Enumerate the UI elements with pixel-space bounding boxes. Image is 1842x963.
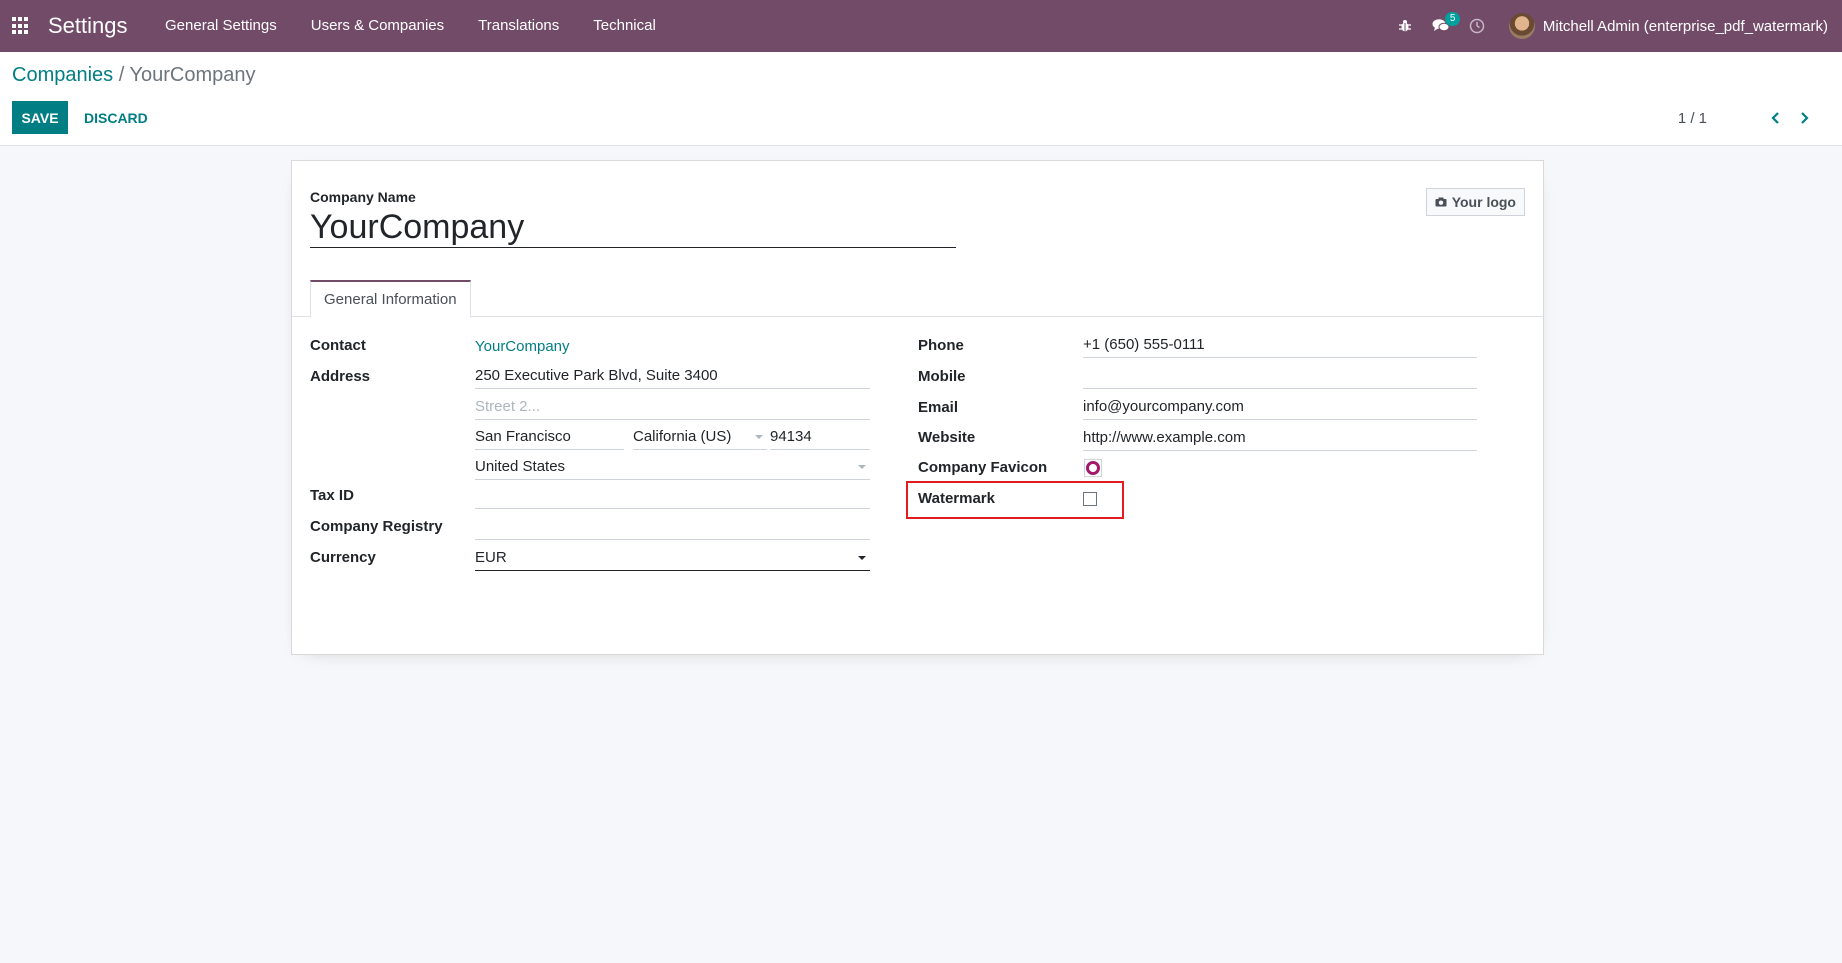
discard-button[interactable]: DISCARD [74,101,158,134]
company-favicon-image[interactable] [1084,459,1102,477]
breadcrumb-separator: / [118,64,125,86]
contact-link[interactable]: YourCompany [475,338,570,355]
user-menu[interactable]: Mitchell Admin (enterprise_pdf_watermark… [1543,18,1828,35]
camera-icon [1435,194,1447,210]
debug-bug-icon[interactable] [1387,0,1423,52]
mobile-label: Mobile [918,368,966,385]
watermark-checkbox[interactable] [1083,492,1097,506]
street-input[interactable]: 250 Executive Park Blvd, Suite 3400 [475,365,870,389]
breadcrumb-current: YourCompany [129,64,256,86]
logo-upload-button[interactable]: Your logo [1425,188,1525,216]
currency-label: Currency [310,549,376,566]
user-avatar[interactable] [1508,13,1535,39]
app-title[interactable]: Settings [48,13,128,39]
company-registry-label: Company Registry [310,518,443,535]
breadcrumb-companies[interactable]: Companies [12,64,113,86]
company-favicon-label: Company Favicon [918,459,1048,476]
phone-label: Phone [918,337,964,354]
city-input[interactable]: San Francisco [475,426,624,450]
country-value: United States [475,458,566,475]
contact-label: Contact [310,337,366,354]
messages-chat-icon[interactable]: 5 [1423,0,1461,52]
company-name-label: Company Name [310,189,416,205]
caret-down-icon [755,435,763,439]
email-label: Email [918,399,959,416]
mobile-input[interactable] [1083,365,1477,389]
systray: 5 Mitchell Admin (enterprise_pdf_waterma… [1387,0,1828,52]
address-label: Address [310,368,371,385]
tax-id-label: Tax ID [310,487,354,504]
menu-general-settings[interactable]: General Settings [148,0,294,52]
menu-technical[interactable]: Technical [576,0,673,52]
main-menu: General Settings Users & Companies Trans… [148,0,673,52]
currency-select[interactable]: EUR [475,547,870,571]
activity-clock-icon[interactable] [1459,0,1495,52]
notebook-tabs: General Information [292,280,1543,318]
apps-menu-icon[interactable] [12,17,30,35]
state-select[interactable]: California (US) [633,426,767,450]
state-value: California (US) [633,428,732,445]
company-registry-input[interactable] [475,516,870,540]
tab-general-information[interactable]: General Information [310,280,471,318]
logo-button-label: Your logo [1451,194,1516,210]
pager-value[interactable]: 1 / 1 [1678,110,1707,127]
save-button[interactable]: SAVE [12,101,68,134]
company-name-input[interactable] [310,208,956,248]
favicon-ring-icon [1086,461,1100,475]
country-select[interactable]: United States [475,456,870,480]
watermark-label: Watermark [918,490,995,507]
breadcrumb: Companies / YourCompany [12,64,256,87]
caret-down-icon [858,556,866,560]
caret-down-icon [858,465,866,469]
tax-id-input[interactable] [475,485,870,509]
top-navbar: Settings General Settings Users & Compan… [0,0,1842,52]
form-sheet: Company Name Your logo General Informati… [291,160,1544,655]
menu-users-companies[interactable]: Users & Companies [294,0,461,52]
chevron-right-icon[interactable] [1793,106,1817,130]
chevron-left-icon[interactable] [1763,106,1787,130]
email-input[interactable]: info@yourcompany.com [1083,396,1477,420]
website-input[interactable]: http://www.example.com [1083,427,1477,451]
currency-value: EUR [475,549,507,566]
website-label: Website [918,429,976,446]
zip-input[interactable]: 94134 [770,426,870,450]
phone-input[interactable]: +1 (650) 555-0111 [1083,334,1477,358]
street2-input[interactable]: Street 2... [475,396,870,420]
control-panel: Companies / YourCompany SAVE DISCARD 1 /… [0,52,1842,146]
menu-translations[interactable]: Translations [461,0,576,52]
